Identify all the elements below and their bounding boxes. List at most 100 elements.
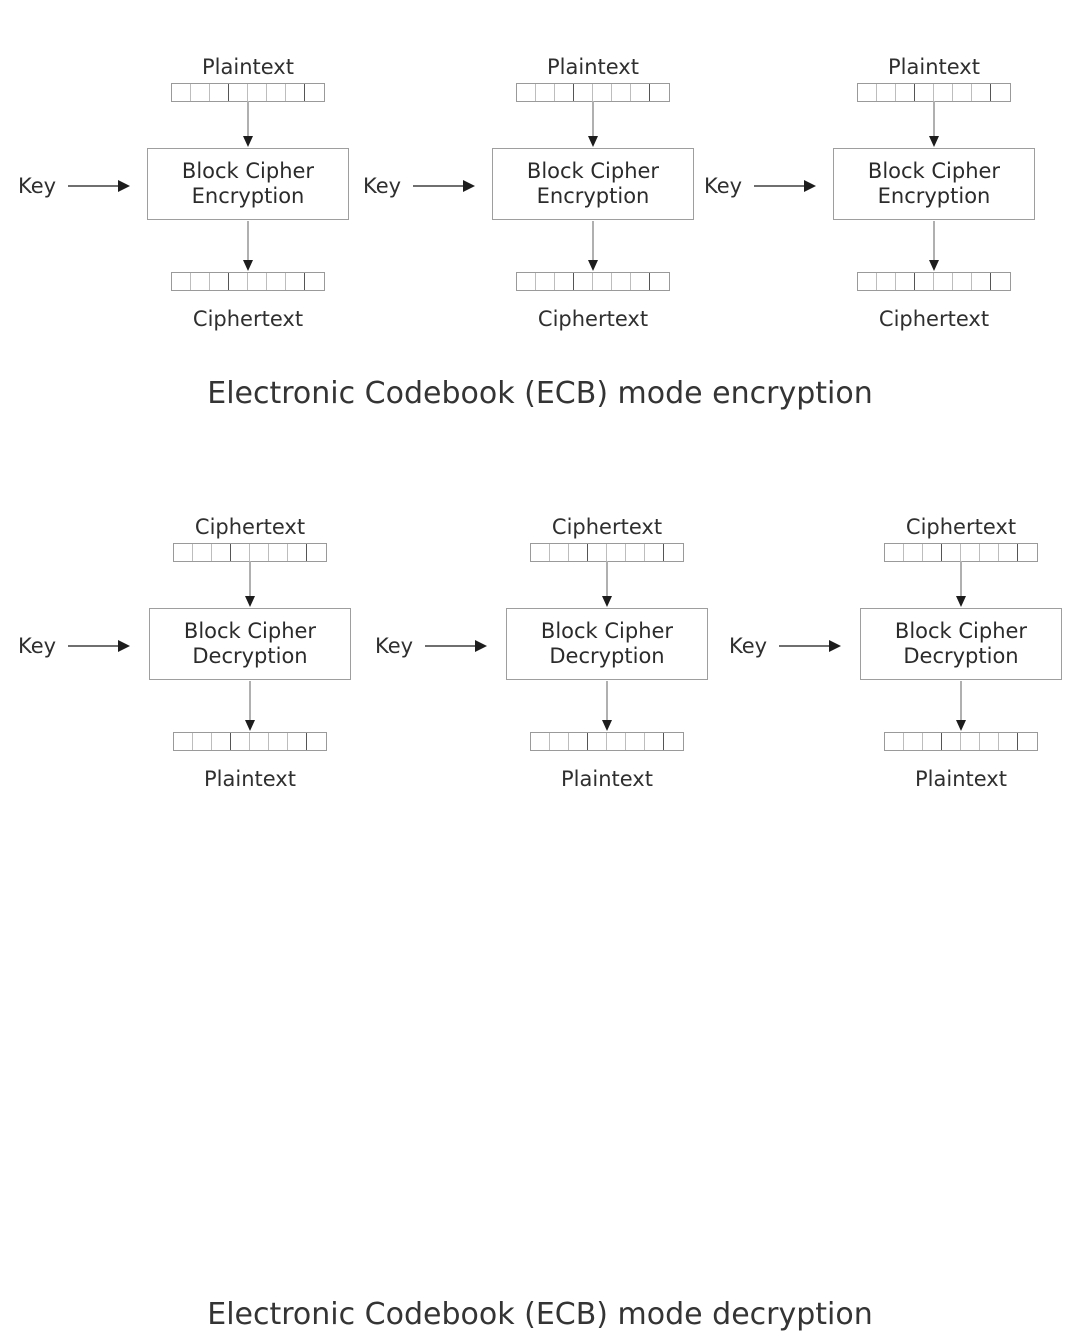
- data-cell: [934, 84, 953, 101]
- arrow-head: [245, 720, 255, 731]
- key-arrow-icon: [68, 180, 131, 192]
- data-cell: [517, 84, 536, 101]
- data-cell: [288, 733, 307, 750]
- input-data-block: [173, 543, 327, 562]
- ecb-decryption-section: Ciphertext Key Block Cipher Decryption P…: [0, 460, 1080, 1332]
- data-cell: [650, 84, 669, 101]
- block-cipher-box: Block Cipher Decryption: [860, 608, 1062, 680]
- arrow-head: [243, 136, 253, 147]
- decryption-caption: Electronic Codebook (ECB) mode decryptio…: [207, 1297, 873, 1332]
- data-cell: [631, 273, 650, 290]
- arrow-head: [602, 596, 612, 607]
- data-cell: [923, 544, 942, 561]
- data-cell: [174, 733, 193, 750]
- data-cell: [267, 273, 286, 290]
- data-cell: [174, 544, 193, 561]
- arrow-shaft: [960, 561, 962, 597]
- data-cell: [172, 84, 191, 101]
- input-label: Ciphertext: [905, 515, 1017, 539]
- data-cell: [555, 273, 574, 290]
- arrow-head: [929, 136, 939, 147]
- data-cell: [210, 84, 229, 101]
- data-cell: [896, 84, 915, 101]
- input-label: Ciphertext: [551, 515, 663, 539]
- arrow-shaft: [413, 185, 466, 187]
- data-cell: [664, 733, 683, 750]
- key-arrow-icon: [68, 640, 131, 652]
- data-cell: [531, 733, 550, 750]
- data-cell: [286, 273, 305, 290]
- arrow-head: [243, 260, 253, 271]
- data-cell: [650, 273, 669, 290]
- data-cell: [961, 544, 980, 561]
- data-cell: [942, 733, 961, 750]
- input-label: Plaintext: [202, 55, 294, 79]
- data-cell: [517, 273, 536, 290]
- data-cell: [877, 273, 896, 290]
- output-arrow-icon: [601, 681, 613, 731]
- arrow-head: [475, 640, 488, 652]
- arrow-shaft: [68, 645, 121, 647]
- output-arrow-icon: [955, 681, 967, 731]
- key-label: Key: [18, 174, 57, 198]
- data-cell: [231, 544, 250, 561]
- key-input-group: Key: [729, 634, 842, 658]
- data-cell: [305, 84, 324, 101]
- ecb-mode-diagram: Plaintext Key Block Cipher Encryption Ci…: [0, 0, 1080, 1332]
- input-data-block: [857, 83, 1011, 102]
- arrow-head: [245, 596, 255, 607]
- data-cell: [885, 544, 904, 561]
- input-arrow-icon: [601, 561, 613, 607]
- data-cell: [248, 84, 267, 101]
- data-cell: [588, 733, 607, 750]
- data-cell: [612, 273, 631, 290]
- data-cell: [229, 84, 248, 101]
- data-cell: [305, 273, 324, 290]
- input-data-block: [171, 83, 325, 102]
- data-cell: [942, 544, 961, 561]
- output-label: Plaintext: [561, 767, 653, 791]
- data-cell: [961, 733, 980, 750]
- data-cell: [904, 733, 923, 750]
- arrow-shaft: [247, 101, 249, 137]
- cipher-box-line-2: Encryption: [877, 184, 991, 208]
- data-cell: [934, 273, 953, 290]
- data-cell: [286, 84, 305, 101]
- cipher-box-line-2: Decryption: [549, 644, 665, 668]
- arrow-head: [804, 180, 817, 192]
- output-arrow-icon: [928, 221, 940, 271]
- data-cell: [307, 544, 326, 561]
- data-cell: [210, 273, 229, 290]
- input-label: Plaintext: [547, 55, 639, 79]
- input-data-block: [530, 543, 684, 562]
- block-cipher-box: Block Cipher Decryption: [506, 608, 708, 680]
- data-cell: [915, 84, 934, 101]
- cipher-box-line-1: Block Cipher: [894, 619, 1028, 643]
- output-data-block: [516, 272, 670, 291]
- data-cell: [267, 84, 286, 101]
- data-cell: [896, 273, 915, 290]
- arrow-shaft: [592, 221, 594, 261]
- input-label: Plaintext: [888, 55, 980, 79]
- decryption-column-1: Ciphertext Key Block Cipher Decryption P…: [18, 460, 400, 791]
- data-cell: [858, 273, 877, 290]
- data-cell: [972, 273, 991, 290]
- arrow-shaft: [249, 681, 251, 721]
- data-cell: [877, 84, 896, 101]
- arrow-head: [588, 260, 598, 271]
- arrow-head: [929, 260, 939, 271]
- data-cell: [858, 84, 877, 101]
- arrow-shaft: [68, 185, 121, 187]
- output-data-block: [857, 272, 1011, 291]
- data-cell: [307, 733, 326, 750]
- arrow-shaft: [606, 681, 608, 721]
- input-arrow-icon: [244, 561, 256, 607]
- key-label: Key: [375, 634, 414, 658]
- data-cell: [885, 733, 904, 750]
- block-cipher-box: Block Cipher Encryption: [492, 148, 694, 220]
- arrow-head: [463, 180, 476, 192]
- key-arrow-icon: [413, 180, 476, 192]
- cipher-box-line-1: Block Cipher: [181, 159, 315, 183]
- data-cell: [574, 84, 593, 101]
- arrow-shaft: [425, 645, 478, 647]
